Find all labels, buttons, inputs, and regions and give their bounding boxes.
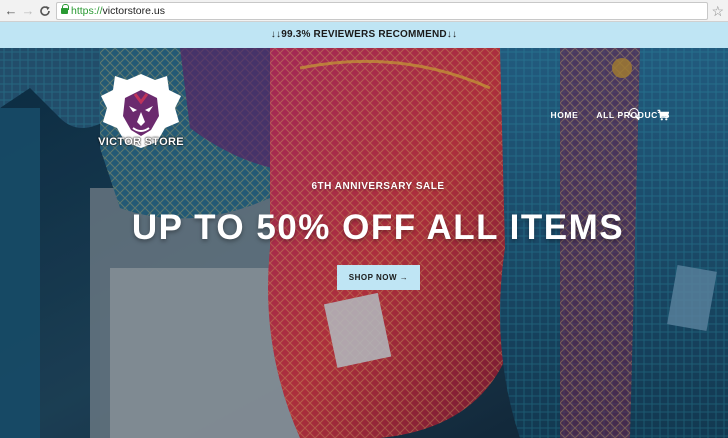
back-button[interactable]: ← <box>3 3 19 19</box>
bookmark-star-icon[interactable]: ☆ <box>711 2 724 20</box>
search-icon[interactable] <box>629 108 642 121</box>
lock-icon <box>61 4 69 15</box>
shop-now-button[interactable]: SHOP NOW → <box>337 265 420 290</box>
url-scheme: https:// <box>71 5 103 17</box>
reload-button[interactable] <box>37 3 53 19</box>
address-bar[interactable]: https://victorstore.us <box>56 2 708 20</box>
url-host: victorstore.us <box>102 5 165 17</box>
url-text: https://victorstore.us <box>71 4 165 19</box>
announcement-text: ↓↓99.3% REVIEWERS RECOMMEND↓↓ <box>270 29 458 40</box>
announcement-bar: ↓↓99.3% REVIEWERS RECOMMEND↓↓ <box>0 22 728 48</box>
hero-subtitle: 6TH ANNIVERSARY SALE <box>311 181 445 192</box>
cart-icon[interactable] <box>657 108 670 121</box>
logo-text: VICTOR STORE <box>98 136 184 148</box>
forward-button[interactable]: → <box>20 3 36 19</box>
reload-icon <box>40 6 50 16</box>
main-nav: HOME ALL PRODUCTS <box>550 110 670 120</box>
nav-home[interactable]: HOME <box>550 110 578 120</box>
hero-banner: VICTOR STORE HOME ALL PRODUCTS 6TH ANNIV… <box>0 48 728 438</box>
store-logo[interactable]: VICTOR STORE <box>93 72 189 172</box>
hero-title: UP TO 50% OFF ALL ITEMS <box>131 208 625 247</box>
browser-toolbar: ← → https://victorstore.us ☆ <box>0 0 728 22</box>
